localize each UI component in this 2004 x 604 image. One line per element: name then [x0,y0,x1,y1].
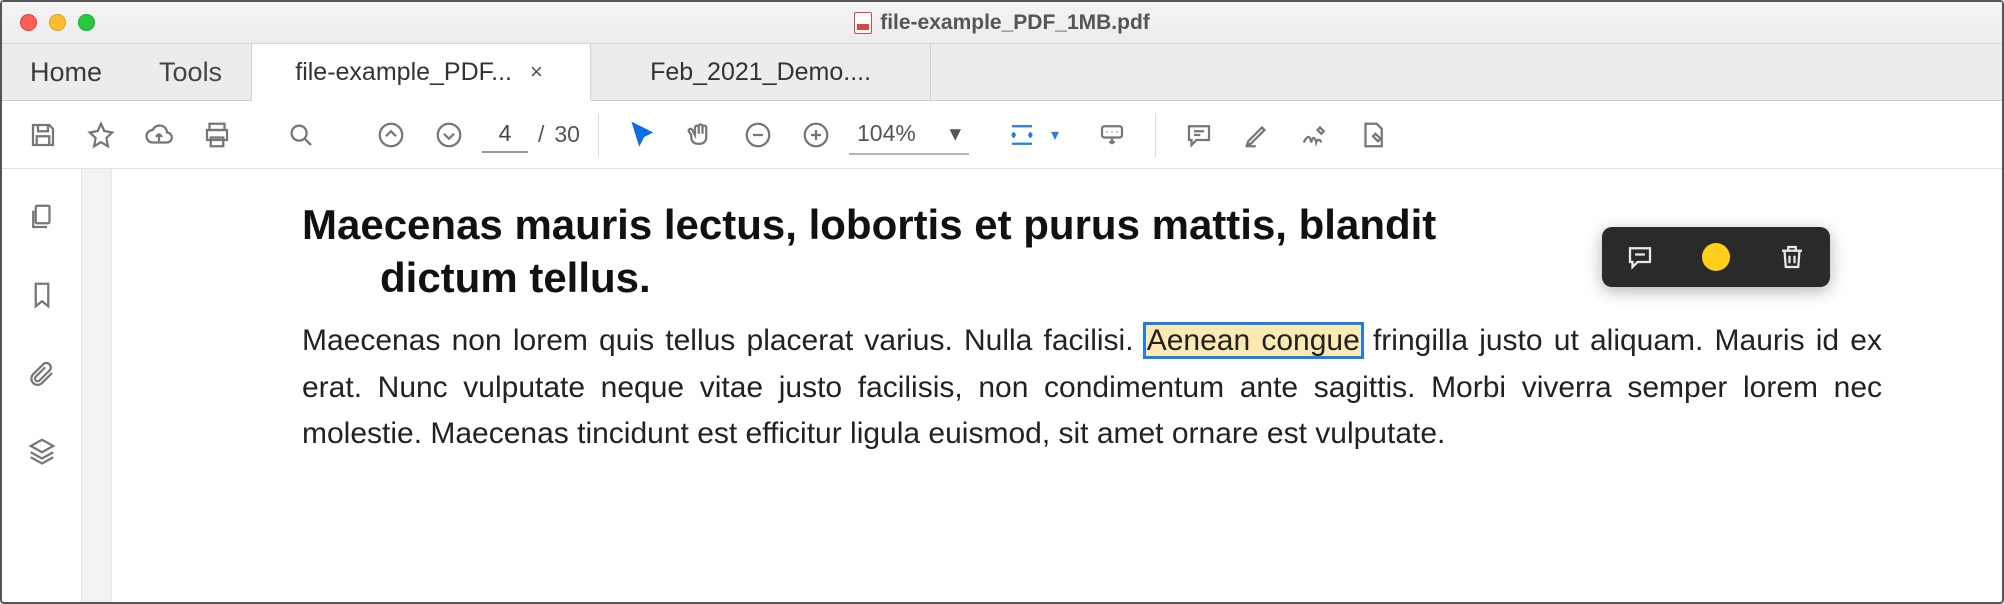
cloud-upload-icon [144,120,174,150]
tab-close-button[interactable]: × [526,59,547,85]
read-mode-icon [1097,120,1127,150]
bookmarks-pane-button[interactable] [22,275,62,315]
highlighter-icon [1242,120,1272,150]
highlight-popup [1602,227,1830,287]
window-maximize-button[interactable] [78,14,95,31]
page-indicator: / 30 [482,116,580,153]
signature-icon [1300,120,1330,150]
tab-tools[interactable]: Tools [131,44,251,100]
hand-icon [685,120,715,150]
thumbnails-pane-button[interactable] [22,197,62,237]
layers-icon [27,436,57,466]
comment-icon [1184,120,1214,150]
page-number-input[interactable] [482,116,528,153]
zoom-value: 104% [857,120,916,147]
tab-home[interactable]: Home [2,44,131,100]
plus-circle-icon [801,120,831,150]
page-up-button[interactable] [366,110,416,160]
cloud-upload-button[interactable] [134,110,184,160]
print-button[interactable] [192,110,242,160]
page-content: Maecenas mauris lectus, lobortis et puru… [112,169,2002,602]
zoom-in-button[interactable] [791,110,841,160]
fit-dropdown-chevron[interactable]: ▾ [1051,125,1059,145]
star-button[interactable] [76,110,126,160]
pages-icon [27,202,57,232]
save-icon [28,120,58,150]
document-body: Maecenas non lorem quis tellus placerat … [302,318,1882,458]
pdf-file-icon [854,12,872,34]
tab-home-label: Home [30,57,102,88]
print-icon [202,120,232,150]
document-tab-label: Feb_2021_Demo.... [650,58,871,87]
window-title: file-example_PDF_1MB.pdf [2,11,2002,35]
layers-pane-button[interactable] [22,431,62,471]
page-tools-icon [1358,120,1388,150]
read-mode-button[interactable] [1087,110,1137,160]
star-icon [86,120,116,150]
popup-delete-button[interactable] [1774,239,1810,275]
comment-icon [1625,242,1655,272]
bookmark-icon [27,280,57,310]
window-minimize-button[interactable] [49,14,66,31]
document-tab[interactable]: Feb_2021_Demo.... [591,44,931,100]
cursor-icon [627,120,657,150]
search-icon [286,120,316,150]
chevron-down-icon: ▾ [949,120,961,147]
side-panel [2,169,82,602]
zoom-out-button[interactable] [733,110,783,160]
fit-width-button[interactable] [997,110,1047,160]
document-tab-active[interactable]: file-example_PDF... × [251,44,591,101]
color-swatch-icon [1702,243,1730,271]
traffic-lights [2,14,95,31]
arrow-up-circle-icon [376,120,406,150]
window-title-text: file-example_PDF_1MB.pdf [880,11,1150,35]
arrow-down-circle-icon [434,120,464,150]
toolbar-separator [1155,113,1156,157]
window-close-button[interactable] [20,14,37,31]
attachments-pane-button[interactable] [22,353,62,393]
minus-circle-icon [743,120,773,150]
workspace: Maecenas mauris lectus, lobortis et puru… [2,169,2002,602]
fit-width-icon [1007,120,1037,150]
window-titlebar: file-example_PDF_1MB.pdf [2,2,2002,44]
zoom-select[interactable]: 104% ▾ [849,114,969,155]
document-tab-label: file-example_PDF... [295,58,512,87]
page-down-button[interactable] [424,110,474,160]
trash-icon [1777,242,1807,272]
main-toolbar: / 30 104% ▾ ▾ [2,101,2002,169]
comment-button[interactable] [1174,110,1224,160]
tab-tools-label: Tools [159,57,222,88]
tab-strip: Home Tools file-example_PDF... × Feb_202… [2,44,2002,101]
draw-sign-button[interactable] [1290,110,1340,160]
save-button[interactable] [18,110,68,160]
popup-color-button[interactable] [1698,239,1734,275]
paperclip-icon [27,358,57,388]
page-gutter [82,169,112,602]
hand-tool-button[interactable] [675,110,725,160]
highlighted-text[interactable]: Aenean congue [1145,324,1362,357]
find-button[interactable] [276,110,326,160]
highlight-button[interactable] [1232,110,1282,160]
page-sep: / [538,121,544,148]
page-total: 30 [554,121,580,148]
body-pre: Maecenas non lorem quis tellus placerat … [302,324,1145,357]
select-tool-button[interactable] [617,110,667,160]
toolbar-separator [598,113,599,157]
popup-comment-button[interactable] [1622,239,1658,275]
more-tools-button[interactable] [1348,110,1398,160]
